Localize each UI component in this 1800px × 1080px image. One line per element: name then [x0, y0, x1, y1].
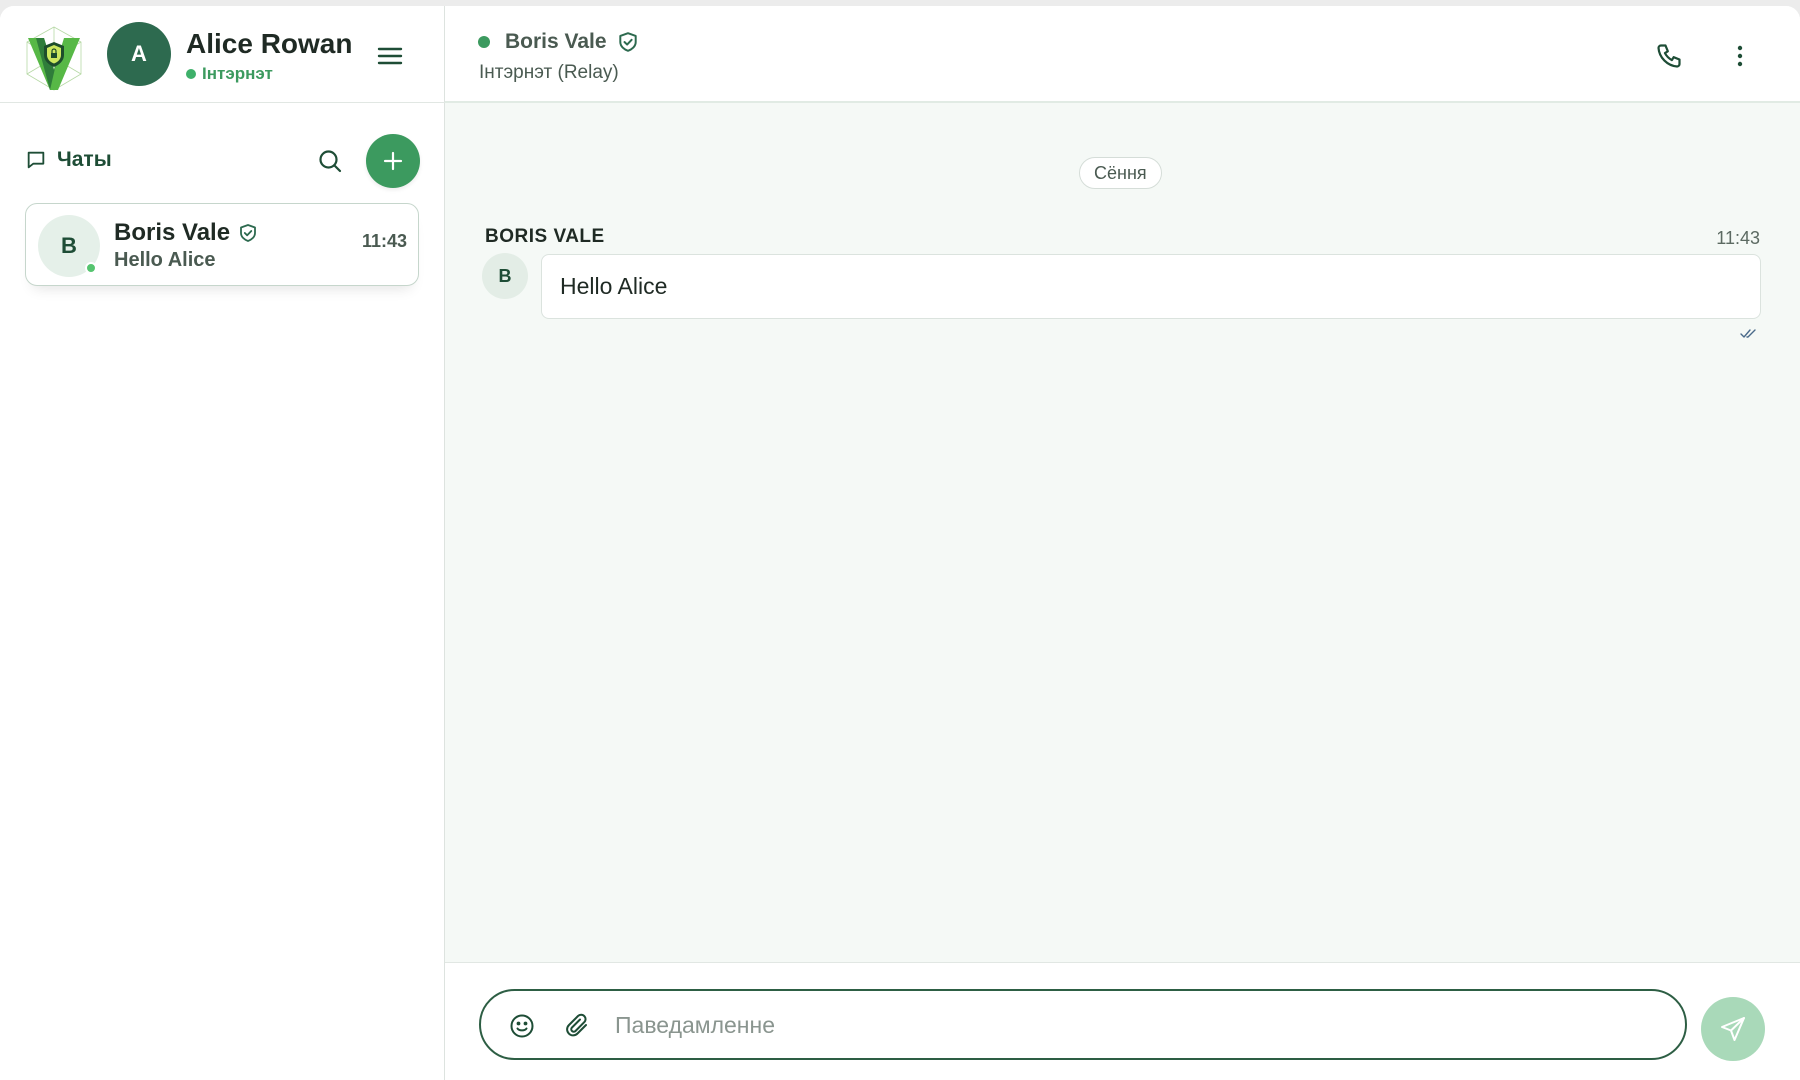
user-status-label: Інтэрнэт	[202, 64, 273, 83]
emoji-icon[interactable]	[508, 1012, 536, 1040]
message-input[interactable]	[615, 1001, 1655, 1049]
message-time: 11:43	[1716, 228, 1760, 248]
composer-bar	[445, 962, 1800, 1080]
chat-time: 11:43	[361, 231, 407, 251]
peer-name: Boris Vale	[505, 30, 607, 53]
message-bubble[interactable]: Hello Alice	[541, 254, 1761, 319]
sidebar: A Alice Rowan Інтэрнэт Чаты B Boris Vale…	[0, 6, 445, 1080]
hamburger-icon[interactable]	[375, 44, 405, 68]
chat-last-message: Hello Alice	[114, 249, 216, 271]
peer-title[interactable]: Boris Vale	[478, 30, 638, 54]
new-chat-button[interactable]	[366, 134, 420, 188]
online-indicator	[85, 262, 97, 274]
message-avatar[interactable]: B	[482, 253, 528, 299]
verified-shield-icon	[239, 223, 257, 243]
message-composer	[479, 989, 1687, 1060]
chat-name: Boris Vale	[114, 219, 257, 247]
paperclip-icon[interactable]	[564, 1012, 592, 1040]
peer-online-dot	[478, 36, 490, 48]
user-status: Інтэрнэт	[186, 64, 273, 84]
user-avatar[interactable]: A	[107, 22, 171, 86]
app-window: A Alice Rowan Інтэрнэт Чаты B Boris Vale…	[0, 6, 1800, 1080]
user-name: Alice Rowan	[186, 28, 353, 59]
chats-section-title: Чаты	[25, 148, 112, 172]
more-vertical-icon[interactable]	[1726, 42, 1754, 70]
send-button[interactable]	[1701, 997, 1765, 1061]
search-icon[interactable]	[317, 148, 343, 174]
status-dot	[186, 69, 196, 79]
verified-shield-icon	[618, 31, 638, 53]
message-sender: BORIS VALE	[485, 226, 605, 247]
chat-name-label: Boris Vale	[114, 219, 231, 246]
peer-connection-status: Інтэрнэт (Relay)	[479, 62, 619, 83]
chat-list-item[interactable]: B Boris Vale Hello Alice 11:43	[25, 203, 419, 286]
chats-title-label: Чаты	[57, 148, 112, 171]
plus-icon	[383, 151, 403, 171]
conversation-header: Boris Vale Інтэрнэт (Relay)	[445, 6, 1800, 103]
app-logo	[26, 26, 82, 91]
sidebar-header: A Alice Rowan Інтэрнэт	[0, 6, 445, 103]
double-check-icon	[1740, 329, 1756, 338]
date-divider: Сёння	[1079, 157, 1162, 189]
chat-bubble-icon	[25, 149, 47, 171]
phone-icon[interactable]	[1655, 42, 1683, 70]
chats-toolbar: Чаты	[0, 124, 445, 196]
conversation-pane: Boris Vale Інтэрнэт (Relay) Сёння BORIS …	[445, 6, 1800, 1080]
message-text: Hello Alice	[560, 273, 668, 299]
send-icon	[1721, 1017, 1745, 1041]
